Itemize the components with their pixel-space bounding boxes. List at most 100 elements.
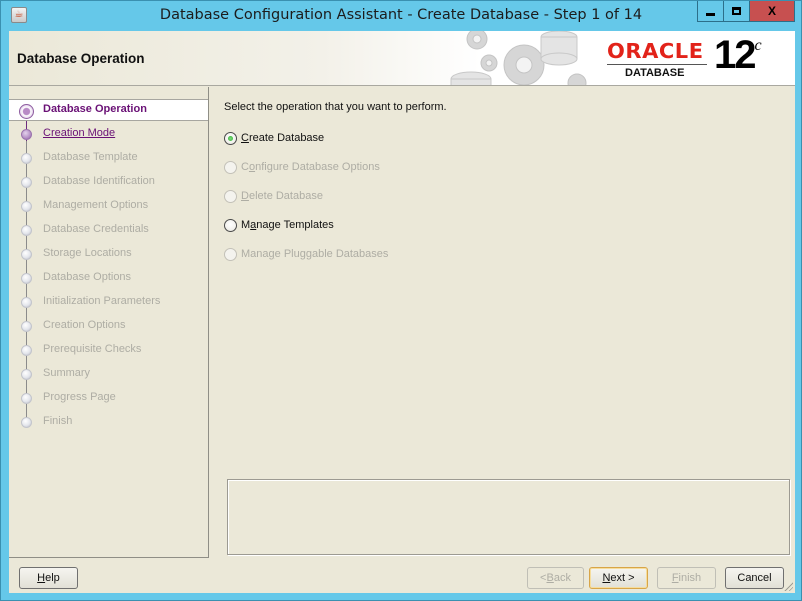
nav-step-database-options: Database Options	[9, 267, 208, 289]
mnemonic-char: N	[602, 572, 611, 584]
nav-step-label: Management Options	[43, 199, 149, 211]
step-bullet-icon	[21, 225, 32, 236]
minimize-icon	[706, 12, 715, 16]
gears-database-decoration-icon	[450, 31, 587, 85]
nav-step-label: Summary	[43, 367, 91, 379]
step-bullet-icon	[21, 273, 32, 284]
minimize-button[interactable]	[697, 1, 723, 22]
mnemonic-char: D	[241, 190, 249, 202]
back-button[interactable]: < Back	[527, 567, 584, 589]
nav-step-label: Creation Options	[43, 319, 126, 331]
mnemonic-char: F	[671, 572, 679, 584]
mnemonic-char: H	[37, 572, 46, 584]
nav-step-label: Database Credentials	[43, 223, 149, 235]
operation-option: Configure Database Options	[224, 158, 380, 176]
maximize-icon	[732, 7, 741, 15]
label-text: M	[241, 219, 251, 231]
radio-label: Configure Database Options	[241, 161, 380, 173]
radio-button	[224, 189, 237, 203]
operation-panel: Select the operation that you want to pe…	[219, 87, 795, 558]
operation-option[interactable]: Manage Templates	[224, 216, 334, 234]
button-text: elp	[45, 572, 60, 584]
step-bullet-icon	[21, 321, 32, 332]
version-badge: 12c	[714, 33, 762, 78]
nav-step-label: Database Identification	[43, 175, 155, 187]
label-text: e Pluggable Databases	[274, 248, 389, 260]
resize-grip[interactable]	[783, 581, 793, 591]
button-text: ext >	[610, 572, 635, 584]
description-box	[227, 479, 790, 555]
nav-step-database-identification: Database Identification	[9, 171, 208, 193]
mnemonic-char: B	[546, 572, 554, 584]
radio-label: Create Database	[241, 132, 324, 144]
nav-step-database-credentials: Database Credentials	[9, 219, 208, 241]
nav-step-storage-locations: Storage Locations	[9, 243, 208, 265]
operation-option: Delete Database	[224, 187, 323, 205]
step-bullet-icon	[21, 369, 32, 380]
step-bullet-icon	[21, 177, 32, 188]
maximize-button[interactable]	[723, 1, 749, 22]
nav-step-label: Database Template	[43, 151, 138, 163]
window-controls: X	[697, 1, 795, 22]
nav-step-creation-options: Creation Options	[9, 315, 208, 337]
nav-step-label: Storage Locations	[43, 247, 132, 259]
nav-step-label: Prerequisite Checks	[43, 343, 142, 355]
nav-step-label: Progress Page	[43, 391, 116, 403]
dbca-window: ☕ Database Configuration Assistant - Cre…	[0, 0, 802, 601]
operation-prompt: Select the operation that you want to pe…	[224, 101, 447, 113]
label-text: nfigure Database Options	[255, 161, 380, 173]
button-text: Cancel	[737, 572, 772, 584]
client-area: Database Operation ORACLE DATABASE 12c D…	[9, 31, 795, 593]
label-text: nage Templates	[256, 219, 334, 231]
step-bullet-icon	[21, 153, 32, 164]
version-suffix: c	[754, 37, 762, 54]
step-bullet-icon	[21, 297, 32, 308]
radio-button[interactable]	[224, 218, 237, 232]
button-text: inish	[678, 572, 702, 584]
title-bar[interactable]: ☕ Database Configuration Assistant - Cre…	[1, 1, 801, 31]
step-bullet-icon	[21, 345, 32, 356]
label-text: Mana	[241, 248, 269, 260]
step-bullet-icon	[21, 201, 32, 212]
nav-step-database-operation[interactable]: Database Operation	[9, 99, 208, 121]
header-banner: Database Operation ORACLE DATABASE 12c	[9, 31, 795, 86]
help-button[interactable]: Help	[19, 567, 78, 589]
nav-step-creation-mode[interactable]: Creation Mode	[9, 123, 208, 145]
label-text: C	[241, 161, 249, 173]
radio-label: Manage Pluggable Databases	[241, 248, 388, 260]
step-bullet-icon	[21, 417, 32, 428]
mnemonic-char: C	[241, 132, 249, 144]
step-bullet-icon	[21, 249, 32, 260]
nav-step-prerequisite-checks: Prerequisite Checks	[9, 339, 208, 361]
step-bullet-icon	[21, 393, 32, 404]
step-navigator: Database Operation Creation Mode Database …	[9, 87, 209, 558]
radio-button	[224, 247, 237, 261]
next-button[interactable]: Next >	[589, 567, 648, 589]
nav-step-label: Database Options	[43, 271, 132, 283]
nav-step-management-options: Management Options	[9, 195, 208, 217]
nav-step-initialization-parameters: Initialization Parameters	[9, 291, 208, 313]
operation-option[interactable]: Create Database	[224, 129, 324, 147]
nav-step-database-template: Database Template	[9, 147, 208, 169]
close-button[interactable]: X	[749, 1, 795, 22]
oracle-brand-text: ORACLE	[607, 39, 704, 63]
oracle-product-text: DATABASE	[625, 67, 685, 79]
step-bullet-icon	[21, 129, 32, 140]
button-text: ack	[553, 572, 571, 584]
logo-divider	[607, 64, 707, 65]
radio-button[interactable]	[224, 131, 237, 145]
nav-step-progress-page: Progress Page	[9, 387, 208, 409]
label-text: reate Database	[248, 132, 325, 144]
cancel-button[interactable]: Cancel	[725, 567, 784, 589]
nav-step-label: Creation Mode	[43, 127, 116, 139]
step-bullet-icon	[19, 104, 34, 119]
version-number: 12	[714, 33, 756, 77]
nav-step-finish: Finish	[9, 411, 208, 433]
radio-button	[224, 160, 237, 174]
window-title: Database Configuration Assistant - Creat…	[159, 7, 643, 23]
radio-label: Manage Templates	[241, 219, 334, 231]
operation-option: Manage Pluggable Databases	[224, 245, 388, 263]
page-title: Database Operation	[17, 51, 145, 66]
finish-button[interactable]: Finish	[657, 567, 716, 589]
nav-step-label: Initialization Parameters	[43, 295, 161, 307]
